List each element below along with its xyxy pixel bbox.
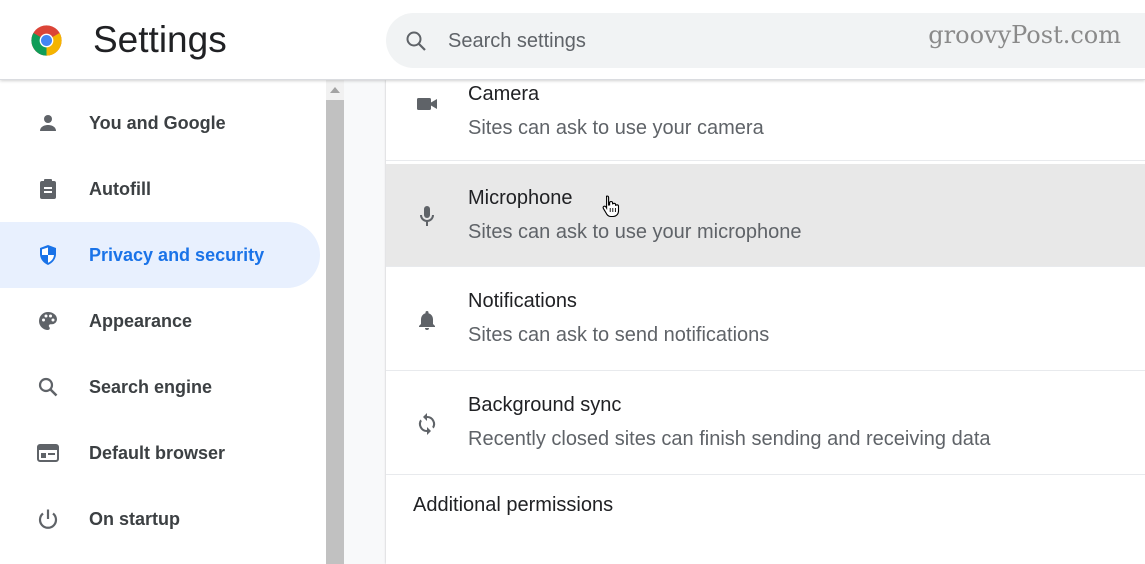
permission-description: Sites can ask to use your camera bbox=[468, 117, 764, 139]
sidebar-scrollbar-thumb[interactable] bbox=[326, 100, 344, 564]
power-icon bbox=[38, 509, 58, 529]
clipboard-icon bbox=[40, 179, 56, 199]
sidebar-item-default-browser[interactable]: Default browser bbox=[0, 420, 320, 486]
sidebar-item-label: Search engine bbox=[89, 376, 213, 397]
permission-description: Sites can ask to send notifications bbox=[468, 324, 770, 346]
shield-icon bbox=[40, 245, 56, 265]
chrome-logo-icon bbox=[31, 25, 62, 56]
hand-cursor-icon bbox=[602, 195, 620, 218]
header-bar: Settings groovyPost.com bbox=[0, 0, 1145, 80]
scroll-up-arrow-icon[interactable] bbox=[330, 87, 340, 93]
palette-icon bbox=[39, 312, 57, 330]
browser-window-icon bbox=[37, 444, 59, 462]
permission-title: Camera bbox=[468, 83, 540, 105]
sidebar-item-label: Appearance bbox=[89, 310, 193, 331]
permissions-panel: Camera Sites can ask to use your camera … bbox=[386, 80, 1145, 564]
sidebar-item-autofill[interactable]: Autofill bbox=[0, 156, 320, 222]
sidebar-item-label: Default browser bbox=[89, 442, 226, 463]
sidebar-item-you-and-google[interactable]: You and Google bbox=[0, 90, 320, 156]
search-input[interactable] bbox=[448, 26, 908, 56]
camera-icon bbox=[417, 98, 437, 110]
sidebar-item-search-engine[interactable]: Search engine bbox=[0, 354, 320, 420]
bell-icon bbox=[419, 311, 435, 330]
permission-title: Notifications bbox=[468, 290, 577, 312]
sidebar-item-privacy-and-security[interactable]: Privacy and security bbox=[0, 222, 320, 288]
sidebar-item-label: On startup bbox=[89, 508, 181, 529]
sidebar: You and Google Autofill Privacy and secu… bbox=[0, 80, 326, 564]
person-icon bbox=[40, 115, 56, 131]
sidebar-item-label: Autofill bbox=[89, 178, 151, 199]
sidebar-item-label: Privacy and security bbox=[89, 244, 265, 265]
permission-title: Background sync bbox=[468, 394, 622, 416]
sidebar-item-appearance[interactable]: Appearance bbox=[0, 288, 320, 354]
permission-description: Recently closed sites can finish sending… bbox=[468, 428, 991, 450]
watermark: groovyPost.com bbox=[928, 21, 1121, 49]
permission-row-background-sync[interactable]: Background sync Recently closed sites ca… bbox=[386, 372, 1145, 475]
sidebar-item-label: You and Google bbox=[89, 112, 226, 133]
additional-permissions-heading[interactable]: Additional permissions bbox=[413, 494, 613, 517]
search-icon[interactable] bbox=[404, 29, 428, 53]
page-title: Settings bbox=[93, 19, 227, 60]
permission-title: Microphone bbox=[468, 187, 573, 209]
permission-row-notifications[interactable]: Notifications Sites can ask to send noti… bbox=[386, 268, 1145, 371]
microphone-icon bbox=[420, 206, 434, 226]
permission-description: Sites can ask to use your microphone bbox=[468, 221, 802, 243]
sidebar-item-on-startup[interactable]: On startup bbox=[0, 486, 320, 552]
permission-row-microphone[interactable]: Microphone Sites can ask to use your mic… bbox=[386, 164, 1145, 267]
sync-icon bbox=[418, 413, 436, 435]
search-icon bbox=[38, 377, 58, 397]
